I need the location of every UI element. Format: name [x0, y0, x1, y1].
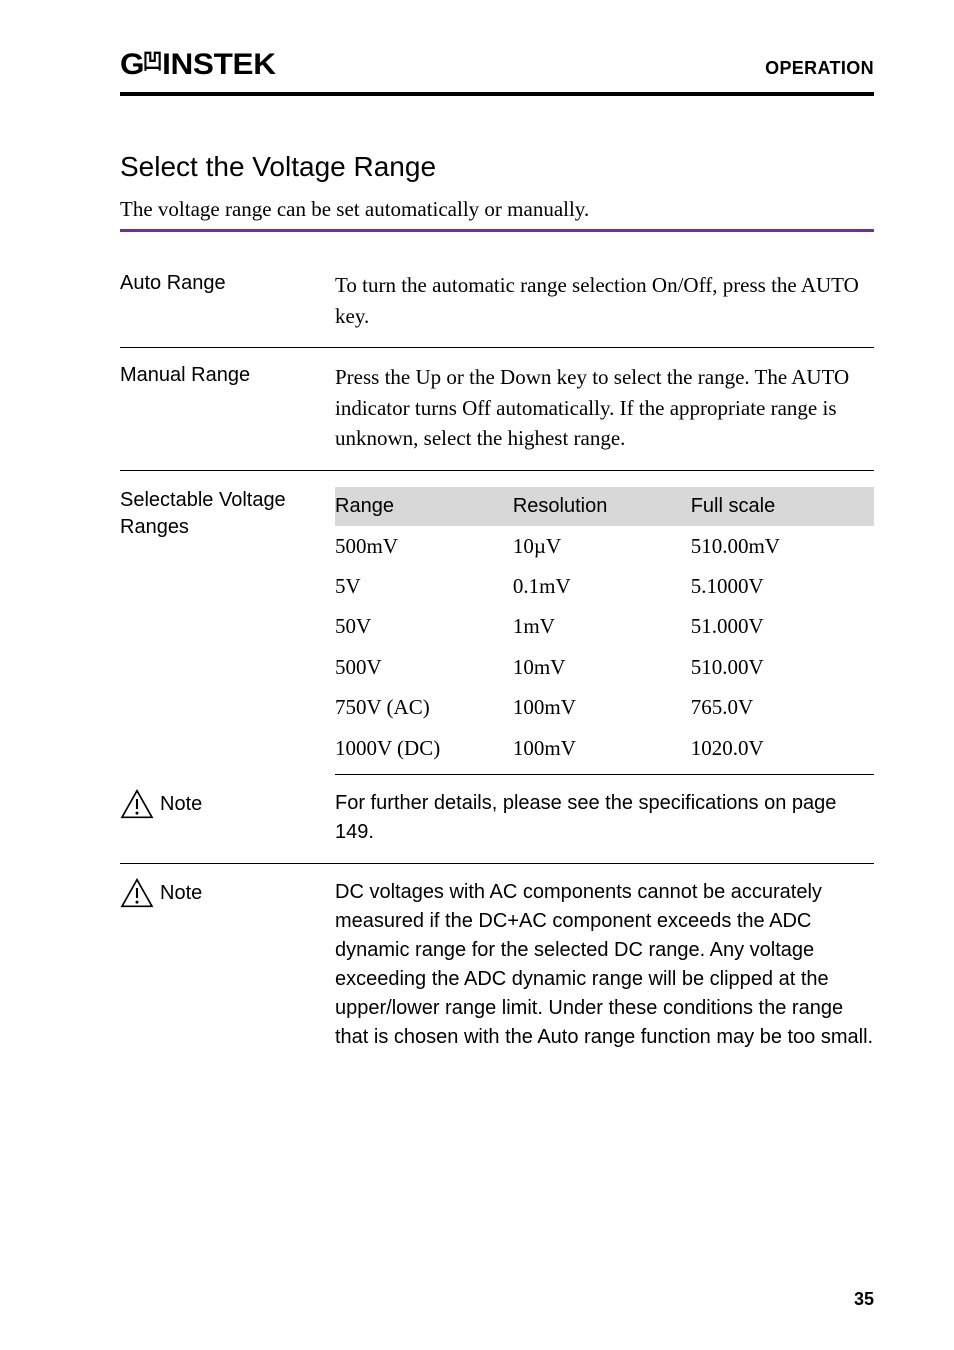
warning-icon: [120, 878, 154, 908]
row-note-2: Note DC voltages with AC components cann…: [120, 864, 874, 1068]
text-note-2: DC voltages with AC components cannot be…: [335, 878, 874, 1052]
ranges-table: Range Resolution Full scale 500mV10µV510…: [335, 487, 874, 776]
brand-left: G: [120, 50, 144, 80]
cell-fullscale: 510.00mV: [691, 526, 874, 566]
row-selectable-ranges: Selectable Voltage Ranges Range Resoluti…: [120, 471, 874, 776]
page-number: 35: [854, 1289, 874, 1310]
row-manual-range: Manual Range Press the Up or the Down ke…: [120, 348, 874, 470]
cell-fullscale: 51.000V: [691, 606, 874, 646]
label-auto-range: Auto Range: [120, 270, 335, 331]
text-auto-range: To turn the automatic range selection On…: [335, 270, 874, 331]
row-note-1: Note For further details, please see the…: [120, 775, 874, 864]
cell-range: 50V: [335, 606, 513, 646]
cell-fullscale: 5.1000V: [691, 566, 874, 606]
cell-fullscale: 1020.0V: [691, 728, 874, 768]
note-2-label: Note: [160, 880, 202, 907]
cell-range: 1000V (DC): [335, 728, 513, 768]
row-auto-range: Auto Range To turn the automatic range s…: [120, 256, 874, 348]
label-note-2: Note: [120, 878, 335, 1052]
th-resolution: Resolution: [513, 487, 691, 526]
cell-range: 500mV: [335, 526, 513, 566]
table-row: 750V (AC)100mV765.0V: [335, 687, 874, 727]
brand-glyph: 凹: [142, 54, 162, 69]
table-header-row: Range Resolution Full scale: [335, 487, 874, 526]
label-note-1: Note: [120, 789, 335, 847]
brand-right: INSTEK: [162, 50, 276, 80]
table-row: 500V10mV510.00V: [335, 647, 874, 687]
th-fullscale: Full scale: [691, 487, 874, 526]
warning-icon: [120, 789, 154, 819]
text-manual-range: Press the Up or the Down key to select t…: [335, 362, 874, 453]
cell-fullscale: 510.00V: [691, 647, 874, 687]
section-name: OPERATION: [765, 58, 874, 79]
table-row: 50V1mV51.000V: [335, 606, 874, 646]
table-row: 5V0.1mV5.1000V: [335, 566, 874, 606]
cell-range: 750V (AC): [335, 687, 513, 727]
cell-resolution: 100mV: [513, 728, 691, 768]
page: G凹INSTEK OPERATION Select the Voltage Ra…: [0, 0, 954, 1350]
note-1-label: Note: [160, 791, 202, 818]
label-selectable-ranges: Selectable Voltage Ranges: [120, 487, 335, 776]
cell-resolution: 0.1mV: [513, 566, 691, 606]
cell-range: 5V: [335, 566, 513, 606]
table-row: 500mV10µV510.00mV: [335, 526, 874, 566]
table-row: 1000V (DC)100mV1020.0V: [335, 728, 874, 775]
cell-resolution: 10mV: [513, 647, 691, 687]
intro-text: The voltage range can be set automatical…: [120, 195, 874, 223]
label-manual-range: Manual Range: [120, 362, 335, 453]
content: Select the Voltage Range The voltage ran…: [120, 96, 874, 1068]
cell-fullscale: 765.0V: [691, 687, 874, 727]
th-range: Range: [335, 487, 513, 526]
cell-resolution: 10µV: [513, 526, 691, 566]
header-bar: G凹INSTEK OPERATION: [120, 50, 874, 96]
accent-rule: [120, 229, 874, 232]
cell-range: 500V: [335, 647, 513, 687]
cell-resolution: 100mV: [513, 687, 691, 727]
ranges-table-wrap: Range Resolution Full scale 500mV10µV510…: [335, 487, 874, 776]
brand-logo: G凹INSTEK: [120, 50, 276, 80]
text-note-1: For further details, please see the spec…: [335, 789, 874, 847]
page-title: Select the Voltage Range: [120, 151, 874, 183]
cell-resolution: 1mV: [513, 606, 691, 646]
